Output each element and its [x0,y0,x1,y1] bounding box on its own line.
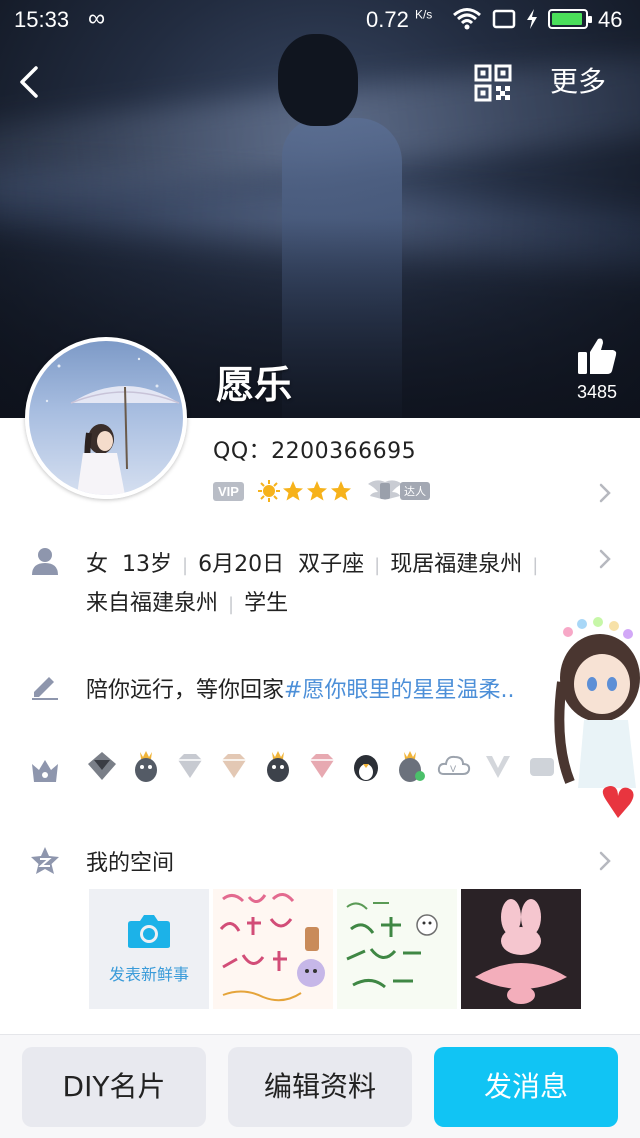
bubble-gum-image [475,899,567,1004]
cover-figure-head [278,34,358,126]
thumbs-up-icon [578,338,617,374]
star-icon [306,481,327,501]
status-icons [452,6,592,32]
chevron-right-icon[interactable] [598,482,612,504]
space-thumbnails: 发表新鲜事 [89,889,581,1009]
badge-row[interactable]: VIP 达人 [213,478,430,504]
edit-profile-button[interactable]: 编辑资料 [228,1047,412,1127]
penguin-icon [354,755,378,781]
signature-text: 陪你远行，等你回家 [86,678,285,703]
status-bar: 15:33 ∞ 0.72 K/s 46 [0,0,640,40]
chevron-left-icon [20,66,38,98]
diy-card-button[interactable]: DIY名片 [22,1047,206,1127]
more-button[interactable]: 更多 [550,64,606,100]
nickname: 愿乐 [216,363,293,407]
pencil-icon [32,677,58,700]
daren-label: 达人 [399,482,430,500]
camera-icon [128,915,170,948]
medal-icon [88,752,116,780]
separator: | [374,555,381,576]
qzone-star-icon [31,847,59,874]
occupation: 学生 [244,591,289,616]
signature-tag[interactable]: #愿你眼里的星星温柔.. [284,678,514,703]
hometown: 来自福建泉州 [86,591,219,616]
chevron-right-icon[interactable] [598,548,612,570]
avatar-image [45,357,180,495]
post-new-button[interactable]: 发表新鲜事 [89,889,209,1009]
diamond-icon [310,754,334,778]
diamond-icon [222,754,246,778]
battery-icon [548,9,592,29]
crown-icon [32,760,58,782]
charging-icon [527,9,537,29]
network-speed: 0.72 K/s [366,7,433,32]
space-photo[interactable] [213,889,333,1009]
like-count: 3485 [576,382,618,402]
battery-level: 46 [598,7,623,32]
separator: | [182,555,189,576]
svg-text:V: V [450,765,457,775]
separator: | [532,555,539,576]
vip-badge: VIP [213,481,244,501]
infinity-icon: ∞ [88,5,106,32]
sim-icon [492,9,516,29]
send-message-button[interactable]: 发消息 [434,1047,618,1127]
age: 13岁 [122,552,173,577]
profile-details[interactable]: 女 13岁 | 6月20日 双子座 | 现居福建泉州 | 来自福建泉州 | 学生 [86,546,586,624]
cloud-icon: V [437,755,471,775]
medal-wall[interactable]: V [84,748,560,784]
zodiac: 双子座 [298,552,365,577]
gender: 女 [86,552,109,577]
star-icon [330,481,351,501]
sun-icon [257,480,280,502]
wings-icon [367,480,402,500]
my-space-title[interactable]: 我的空间 [86,845,174,877]
level-icons [257,480,352,502]
status-time: 15:33 [14,7,70,32]
daren-badge: 达人 [366,478,430,504]
penguin-crown-icon [135,751,157,782]
handwriting-image [219,893,325,1002]
diamond-icon [178,754,202,778]
space-photo[interactable] [337,889,457,1009]
anime-girl-sticker [554,617,640,818]
signature[interactable]: 陪你远行，等你回家#愿你眼里的星星温柔.. [86,672,514,704]
bottom-action-bar: DIY名片 编辑资料 发消息 [0,1035,640,1138]
star-icon [282,481,303,501]
post-new-label: 发表新鲜事 [108,965,189,984]
residence: 现居福建泉州 [390,552,523,577]
penguin-crown-icon [399,751,425,782]
avatar[interactable] [25,337,187,499]
birthday: 6月20日 [198,552,285,577]
qr-code-button[interactable] [474,64,512,102]
penguin-crown-icon [267,751,289,782]
chevron-right-icon[interactable] [598,850,612,872]
badge-v-icon [486,756,510,778]
qq-number: QQ：2200366695 [213,439,417,464]
separator: | [228,594,235,615]
handwriting-image [346,902,438,989]
wifi-icon [453,8,481,30]
space-photo[interactable] [461,889,581,1009]
qr-code-icon [474,64,512,102]
like-button[interactable]: 3485 [570,336,624,412]
person-icon [32,548,58,575]
back-button[interactable] [14,62,50,102]
